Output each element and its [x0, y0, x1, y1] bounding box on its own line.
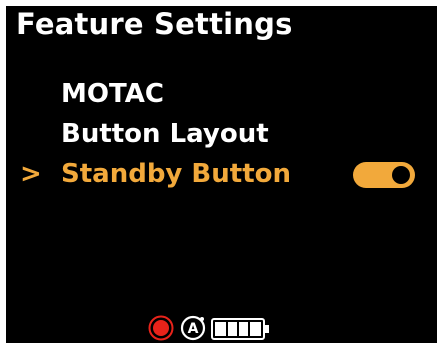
menu-item-button-layout[interactable]: Button Layout	[6, 114, 437, 154]
auto-mode-letter: A	[188, 321, 199, 337]
standby-toggle[interactable]	[353, 162, 415, 188]
battery-icon	[211, 318, 269, 340]
menu-item-label: MOTAC	[61, 79, 164, 109]
auto-mode-icon: A	[180, 315, 206, 341]
status-bar: A	[6, 313, 437, 343]
device-screen: Feature Settings MOTAC Button Layout > S…	[6, 6, 437, 343]
menu-item-label: Standby Button	[61, 159, 291, 189]
header: Feature Settings	[6, 6, 437, 42]
menu-item-standby-button[interactable]: > Standby Button	[6, 154, 437, 194]
record-icon	[148, 315, 174, 341]
menu-item-motac[interactable]: MOTAC	[6, 74, 437, 114]
page-title: Feature Settings	[16, 7, 293, 41]
chevron-right-icon: >	[20, 159, 42, 189]
toggle-knob	[392, 166, 410, 184]
menu-item-label: Button Layout	[61, 119, 269, 149]
